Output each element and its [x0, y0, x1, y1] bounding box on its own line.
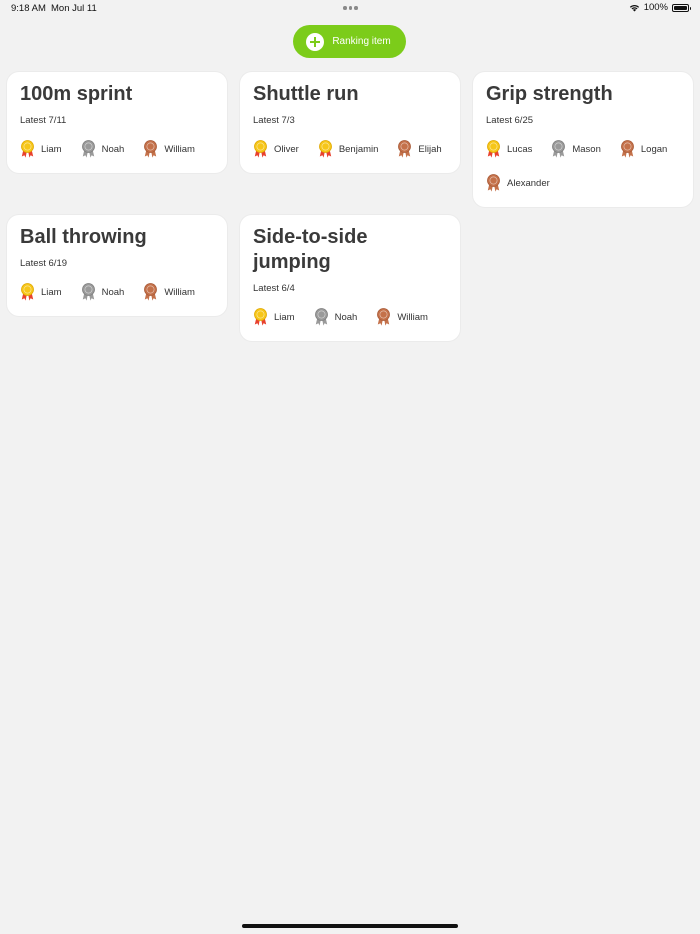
- card-latest-date: Latest 6/25: [486, 115, 534, 126]
- rank-list: Liam Noah William: [253, 308, 447, 326]
- card-title: 100m sprint: [20, 83, 133, 105]
- status-time: 9:18 AM: [11, 3, 46, 14]
- rank-name: Oliver: [274, 143, 299, 155]
- rank-entry: Alexander: [486, 174, 550, 192]
- rank-name: William: [164, 286, 195, 298]
- rank-entry: Lucas: [486, 140, 532, 158]
- gold-medal-icon: [21, 283, 34, 301]
- silver-medal-icon: [552, 140, 566, 158]
- card-latest-date: Latest 7/11: [20, 115, 67, 126]
- rank-entry: Noah: [81, 140, 125, 158]
- rank-entry: Noah: [314, 308, 358, 326]
- silver-medal-icon: [81, 283, 95, 301]
- gold-medal-icon: [254, 140, 267, 158]
- rank-list: Oliver Benjamin Elijah: [253, 140, 447, 158]
- card-title: Ball throwing: [20, 226, 147, 248]
- rank-entry: William: [143, 140, 195, 158]
- rank-name: Liam: [41, 286, 62, 298]
- rank-entry: William: [376, 308, 428, 326]
- status-date: Mon Jul 11: [51, 3, 97, 14]
- card-title: Shuttle run: [253, 83, 359, 105]
- bronze-medal-icon: [487, 174, 500, 192]
- rank-name: Mason: [572, 143, 601, 155]
- bronze-medal-icon: [377, 308, 391, 326]
- card-title: Grip strength: [486, 83, 613, 105]
- rank-entry: Liam: [253, 308, 295, 326]
- rank-list: Liam Noah William: [20, 283, 214, 301]
- ranking-card[interactable]: 100m sprint Latest 7/11 Liam Noah William: [7, 72, 227, 173]
- rank-name: William: [164, 143, 195, 155]
- card-latest-date: Latest 6/4: [253, 283, 295, 294]
- battery-percent: 100%: [643, 2, 668, 13]
- rank-name: Lucas: [507, 143, 533, 155]
- rank-name: Logan: [640, 143, 668, 155]
- status-bar: 9:18 AM Mon Jul 11 100%: [0, 0, 700, 18]
- status-indicators: 100%: [629, 2, 691, 13]
- rank-name: Liam: [41, 143, 62, 155]
- add-button-label: Ranking item: [332, 36, 391, 47]
- silver-medal-icon: [314, 308, 328, 326]
- card-latest-date: Latest 7/3: [253, 115, 295, 126]
- rank-list: Liam Noah William: [20, 140, 214, 158]
- battery-icon: [672, 3, 691, 12]
- rank-name: Noah: [101, 143, 125, 155]
- bronze-medal-icon: [144, 283, 158, 301]
- rank-entry: Liam: [20, 283, 62, 301]
- rank-entry: William: [143, 283, 195, 301]
- plus-circle-icon: [306, 32, 325, 51]
- ranking-card[interactable]: Grip strength Latest 6/25 Lucas Mason Loga…: [473, 72, 693, 207]
- card-latest-date: Latest 6/19: [20, 258, 68, 269]
- rank-name: Liam: [274, 311, 295, 323]
- home-indicator[interactable]: [242, 924, 458, 928]
- rank-entry: Mason: [551, 140, 601, 158]
- gold-medal-icon: [487, 140, 500, 158]
- rank-name: Alexander: [507, 177, 550, 189]
- rank-name: Benjamin: [338, 143, 379, 155]
- gold-medal-icon: [254, 308, 267, 326]
- bronze-medal-icon: [144, 140, 158, 158]
- bronze-medal-icon: [398, 140, 412, 158]
- rank-name: Noah: [334, 311, 358, 323]
- silver-medal-icon: [81, 140, 95, 158]
- ranking-card[interactable]: Ball throwing Latest 6/19 Liam Noah Willia…: [7, 215, 227, 316]
- rank-name: William: [397, 311, 428, 323]
- rank-entry: Noah: [81, 283, 125, 301]
- rank-name: Noah: [101, 286, 125, 298]
- multitasking-dots-icon[interactable]: [343, 6, 358, 10]
- ranking-card[interactable]: Side-to-side jumping Latest 6/4 Liam Noah…: [240, 215, 460, 341]
- rank-entry: Oliver: [253, 140, 299, 158]
- rank-list: Lucas Mason Logan Alexander: [486, 140, 680, 192]
- bronze-medal-icon: [620, 140, 634, 158]
- ranking-card[interactable]: Shuttle run Latest 7/3 Oliver Benjamin Eli…: [240, 72, 460, 173]
- rank-entry: Benjamin: [318, 140, 379, 158]
- wifi-icon: [629, 4, 639, 12]
- card-title: Side-to-side jumping: [253, 226, 368, 273]
- gold-medal-icon: [318, 140, 332, 158]
- rank-name: Elijah: [418, 143, 442, 155]
- rank-entry: Logan: [620, 140, 667, 158]
- gold-medal-icon: [21, 140, 34, 158]
- rank-entry: Elijah: [397, 140, 442, 158]
- add-ranking-item-button[interactable]: Ranking item: [293, 25, 406, 58]
- rank-entry: Liam: [20, 140, 62, 158]
